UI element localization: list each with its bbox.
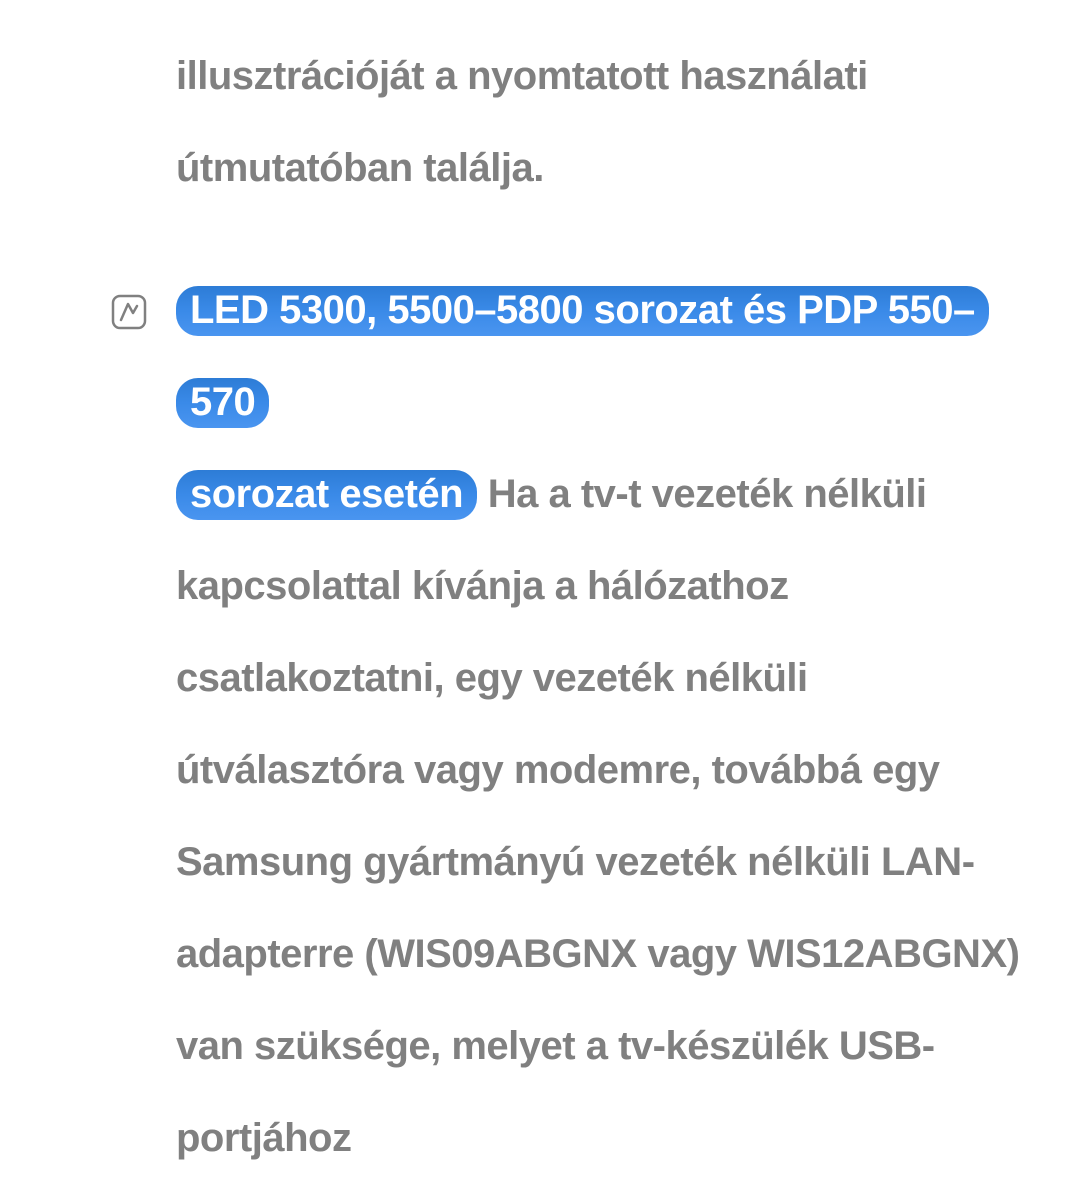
- paragraph-1-text: illusztrációját a nyomtatott használati …: [176, 54, 868, 190]
- paragraph-2-text: Ha a tv-t vezeték nélküli kapcsolattal k…: [176, 472, 1019, 1160]
- highlight-badge-line2: sorozat esetén: [176, 470, 477, 520]
- document-content: illusztrációját a nyomtatott használati …: [110, 30, 1030, 1184]
- paragraph-2: LED 5300, 5500–5800 sorozat és PDP 550–5…: [110, 264, 1030, 1184]
- paragraph-1: illusztrációját a nyomtatott használati …: [110, 30, 1030, 214]
- note-icon: [110, 272, 148, 310]
- highlight-badge-line1: LED 5300, 5500–5800 sorozat és PDP 550–5…: [176, 286, 989, 428]
